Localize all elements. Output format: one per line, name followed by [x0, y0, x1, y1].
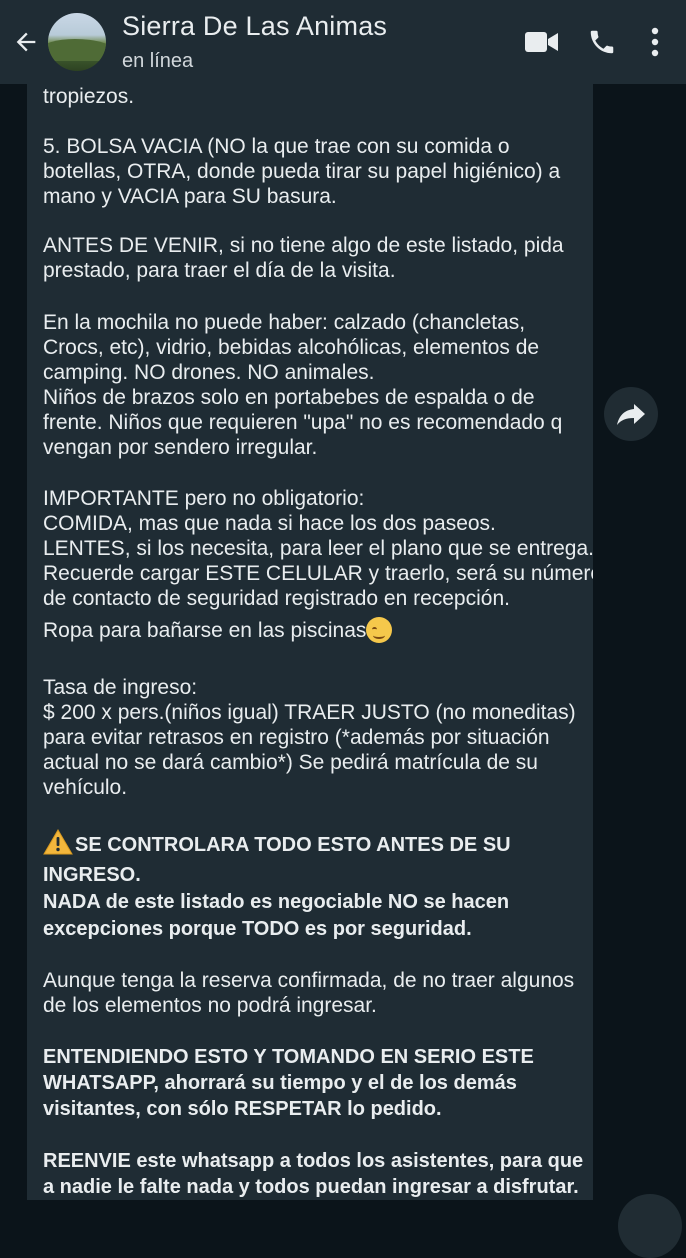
- forward-button[interactable]: [604, 387, 658, 441]
- back-button[interactable]: [4, 0, 48, 84]
- message-line: prestado, para traer el día de la visita…: [43, 259, 396, 282]
- scroll-to-bottom-button[interactable]: [618, 1194, 682, 1258]
- message-line: excepciones porque TODO es por seguridad…: [43, 918, 472, 940]
- message-line: mano y VACIA para SU basura.: [43, 185, 337, 208]
- video-call-button[interactable]: [512, 0, 572, 84]
- message-line: Niños de brazos solo en portabebes de es…: [43, 386, 535, 409]
- contact-name: Sierra De Las Animas: [122, 11, 388, 41]
- back-arrow-icon: [16, 32, 36, 52]
- message-bubble[interactable]: tropiezos. 5. BOLSA VACIA (NO la que tra…: [27, 84, 593, 1200]
- message-line: $ 200 x pers.(niños igual) TRAER JUSTO (…: [43, 701, 576, 724]
- message-line: WHATSAPP, ahorrará su tiempo y el de los…: [43, 1072, 517, 1094]
- message-line-with-emoji: Ropa para bañarse en las piscinas: [43, 617, 393, 644]
- message-line: En la mochila no puede haber: calzado (c…: [43, 311, 526, 334]
- message-line: de contacto de seguridad registrado en r…: [43, 587, 510, 610]
- message-line: REENVIE este whatsapp a todos los asiste…: [43, 1150, 584, 1172]
- message-line: NADA de este listado es negociable NO se…: [43, 891, 510, 913]
- message-line: visitantes, con sólo RESPETAR lo pedido.: [43, 1098, 442, 1120]
- message-line: botellas, OTRA, donde pueda tirar su pap…: [43, 160, 561, 183]
- message-line: LENTES, si los necesita, para leer el pl…: [43, 537, 593, 560]
- message-line: de los elementos no podrá ingresar.: [43, 994, 377, 1017]
- forward-icon: [617, 404, 645, 425]
- message-line: Aunque tenga la reserva confirmada, de n…: [43, 969, 575, 992]
- message-line: tropiezos.: [43, 85, 135, 108]
- message-line: INGRESO.: [43, 864, 141, 886]
- chat-area[interactable]: tropiezos. 5. BOLSA VACIA (NO la que tra…: [0, 84, 686, 1258]
- message-line: Ropa para bañarse en las piscinas: [43, 619, 367, 642]
- video-call-icon: [525, 32, 558, 52]
- message-line: SE CONTROLARA TODO ESTO ANTES DE SU: [75, 834, 511, 856]
- message-line-with-warning: SE CONTROLARA TODO ESTO ANTES DE SU: [43, 829, 511, 858]
- message-line: vehículo.: [43, 776, 128, 799]
- contact-info[interactable]: Sierra De Las Animas en línea: [122, 10, 512, 74]
- voice-call-button[interactable]: [572, 0, 632, 84]
- message-line: COMIDA, mas que nada si hace los dos pas…: [43, 512, 496, 535]
- warning-icon: [43, 829, 73, 855]
- message-line: para evitar retrasos en registro (*ademá…: [43, 726, 550, 749]
- message-line: actual no se dará cambio*) Se pedirá mat…: [43, 751, 538, 774]
- message-line: ENTENDIENDO ESTO Y TOMANDO EN SERIO ESTE: [43, 1046, 534, 1068]
- phone-icon: [590, 30, 614, 54]
- more-options-button[interactable]: [632, 0, 678, 84]
- avatar[interactable]: [48, 13, 106, 71]
- message-line: vengan por sendero irregular.: [43, 436, 318, 459]
- message-line: ANTES DE VENIR, si no tiene algo de este…: [43, 234, 564, 257]
- more-options-icon: [651, 27, 659, 57]
- contact-status: en línea: [122, 50, 194, 72]
- message-line: Recuerde cargar ESTE CELULAR y traerlo, …: [43, 562, 593, 585]
- message-line: 5. BOLSA VACIA (NO la que trae con su co…: [43, 135, 510, 158]
- message-line: IMPORTANTE pero no obligatorio:: [43, 487, 365, 510]
- chat-header: Sierra De Las Animas en línea: [0, 0, 686, 84]
- message-line: Tasa de ingreso:: [43, 676, 198, 699]
- message-line: camping. NO drones. NO animales.: [43, 361, 375, 384]
- message-line: frente. Niños que requieren "upa" no es …: [43, 411, 563, 434]
- smiling-face-emoji: [366, 617, 393, 643]
- message-line: a nadie le falte nada y todos puedan ing…: [43, 1176, 579, 1198]
- message-line: Crocs, etc), vidrio, bebidas alcohólicas…: [43, 336, 540, 359]
